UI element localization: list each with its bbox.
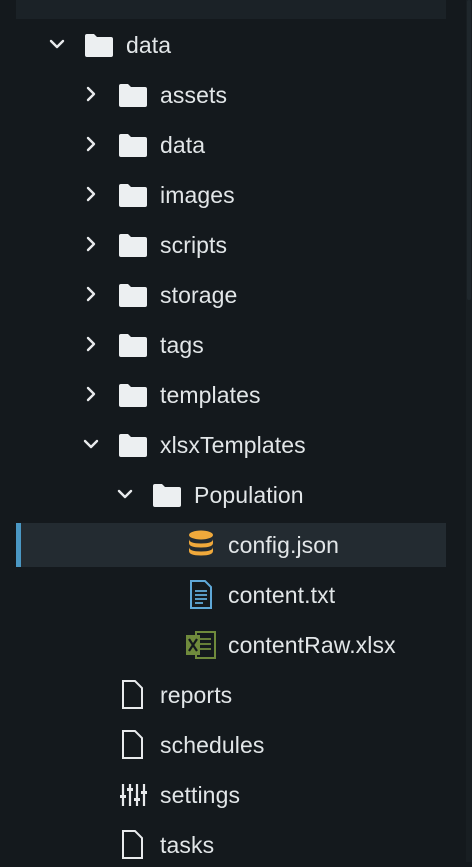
database-icon xyxy=(189,530,213,556)
folder-icon xyxy=(119,284,147,307)
folder-icon xyxy=(119,234,147,257)
tree-item-label: data xyxy=(126,32,172,58)
file-icon xyxy=(122,680,143,709)
tree-item-label: xlsxTemplates xyxy=(160,432,306,458)
tree-item-content-txt[interactable]: content.txt xyxy=(16,573,446,617)
tree-item-label: tags xyxy=(160,332,204,358)
tree-item-assets[interactable]: assets xyxy=(16,73,446,117)
sliders-icon xyxy=(120,784,147,806)
tree-item-label: storage xyxy=(160,282,238,308)
tree-item-data-root[interactable]: data xyxy=(16,23,446,67)
tree-item-schedules[interactable]: schedules xyxy=(16,723,446,767)
text-file-icon xyxy=(190,580,212,609)
chevron-right-icon[interactable] xyxy=(82,385,100,403)
tree-item-images[interactable]: images xyxy=(16,173,446,217)
selection-indicator xyxy=(16,523,21,567)
tree-item-tasks[interactable]: tasks xyxy=(16,823,446,867)
scrollbar-thumb[interactable] xyxy=(467,0,471,300)
tree-item-reports[interactable]: reports xyxy=(16,673,446,717)
chevron-down-icon[interactable] xyxy=(116,485,134,503)
folder-icon xyxy=(119,334,147,357)
chevron-right-icon[interactable] xyxy=(82,85,100,103)
tree-item-label: assets xyxy=(160,82,228,108)
folder-icon xyxy=(119,434,147,457)
folder-icon xyxy=(119,384,147,407)
tree-item-label: reports xyxy=(160,682,233,708)
tree-item-data[interactable]: data xyxy=(16,123,446,167)
file-icon xyxy=(122,830,143,859)
tree-item-label: templates xyxy=(160,382,261,408)
tree-item-label: Population xyxy=(194,482,304,508)
tree-item-label: settings xyxy=(160,782,241,808)
tree-item-label: tasks xyxy=(160,832,215,858)
tree-item-config-json[interactable]: config.json xyxy=(16,523,446,567)
folder-icon xyxy=(85,34,113,57)
folder-icon xyxy=(119,84,147,107)
chevron-right-icon[interactable] xyxy=(82,185,100,203)
explorer-header-bar xyxy=(16,0,446,19)
tree-item-label: data xyxy=(160,132,206,158)
tree-item-tags[interactable]: tags xyxy=(16,323,446,367)
tree-item-storage[interactable]: storage xyxy=(16,273,446,317)
tree-item-label: contentRaw.xlsx xyxy=(228,632,396,658)
tree-item-label: schedules xyxy=(160,732,265,758)
tree-item-settings[interactable]: settings xyxy=(16,773,446,817)
tree-item-templates[interactable]: templates xyxy=(16,373,446,417)
chevron-down-icon[interactable] xyxy=(48,35,66,53)
folder-icon xyxy=(119,184,147,207)
tree-item-label: config.json xyxy=(228,532,340,558)
tree-item-label: content.txt xyxy=(228,582,336,608)
tree-item-scripts[interactable]: scripts xyxy=(16,223,446,267)
tree-item-label: images xyxy=(160,182,235,208)
chevron-right-icon[interactable] xyxy=(82,335,100,353)
excel-icon xyxy=(186,631,216,659)
chevron-right-icon[interactable] xyxy=(82,135,100,153)
tree-item-population[interactable]: Population xyxy=(16,473,446,517)
tree-item-contentraw-xlsx[interactable]: contentRaw.xlsx xyxy=(16,623,446,667)
chevron-right-icon[interactable] xyxy=(82,285,100,303)
folder-icon xyxy=(153,484,181,507)
tree-item-xlsxtemplates[interactable]: xlsxTemplates xyxy=(16,423,446,467)
tree-item-label: scripts xyxy=(160,232,228,258)
chevron-right-icon[interactable] xyxy=(82,235,100,253)
folder-icon xyxy=(119,134,147,157)
file-icon xyxy=(122,730,143,759)
chevron-down-icon[interactable] xyxy=(82,435,100,453)
file-explorer-panel: data assets data images scripts storage … xyxy=(0,0,472,862)
